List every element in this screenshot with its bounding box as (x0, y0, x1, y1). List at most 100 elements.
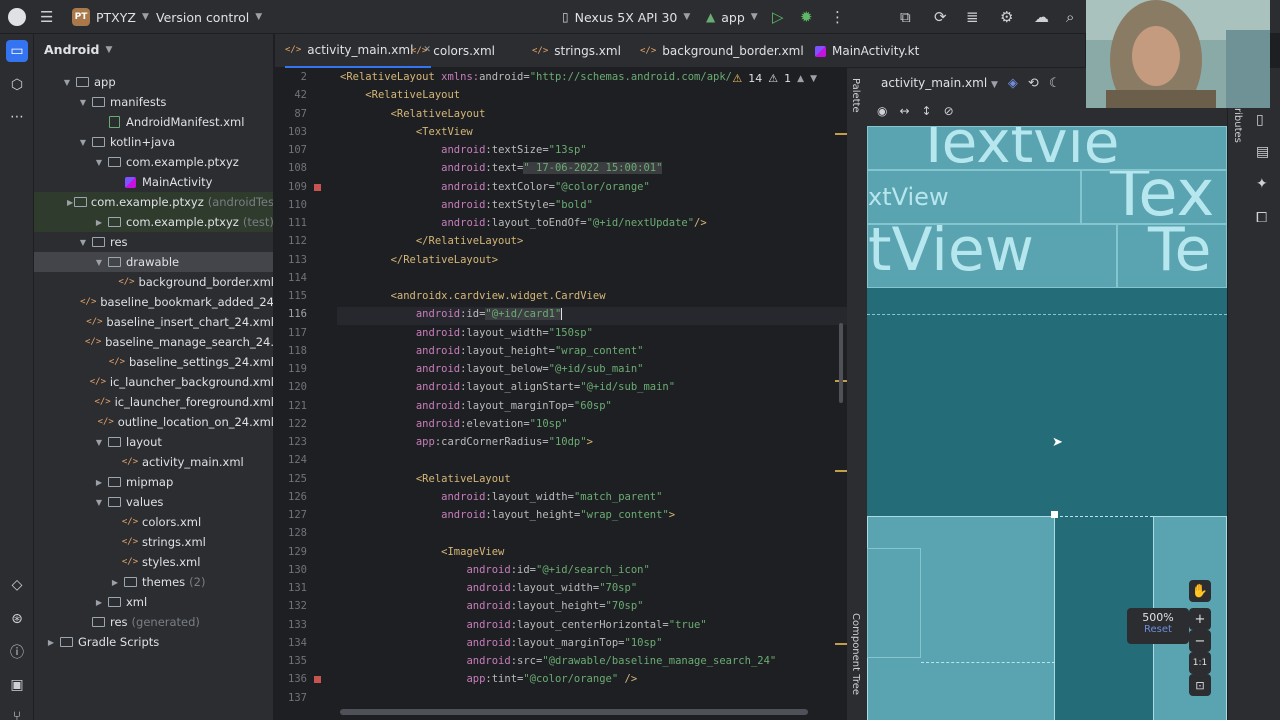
chevron-down-icon[interactable]: ▼ (92, 158, 106, 167)
code-line[interactable]: android:layout_width="70sp" (340, 582, 637, 594)
code-line[interactable]: android:elevation="10sp" (340, 418, 568, 430)
preview-textview[interactable]: tView (867, 224, 1117, 288)
project-folder-icon[interactable]: ▭ (6, 40, 28, 62)
pan-hand-icon[interactable]: ✋ (1189, 580, 1211, 602)
more-actions-button[interactable]: ⋮ (830, 0, 845, 34)
code-line[interactable]: android:layout_height="wrap_content" (340, 345, 644, 357)
chevron-down-icon[interactable]: ▼ (76, 138, 90, 147)
code-line[interactable]: android:layout_height="70sp" (340, 600, 643, 612)
tree-item[interactable]: </> colors.xml (34, 512, 273, 532)
main-menu-icon[interactable]: ☰ (40, 0, 53, 34)
preview-textview[interactable]: Tex (1081, 170, 1227, 224)
tree-item[interactable]: </> activity_main.xml (34, 452, 273, 472)
inspection-widget[interactable]: ⚠ 14 ⚠ 1 ▲ ▼ (732, 72, 817, 85)
tree-item[interactable]: </> baseline_bookmark_added_24 (34, 292, 273, 312)
tree-item[interactable]: res (generated) (34, 612, 273, 632)
tab-background-border-xml[interactable]: </> background_border.xml (640, 34, 804, 68)
run-button[interactable]: ▷ (772, 0, 784, 34)
code-line[interactable]: app:cardCornerRadius="10dp"> (340, 436, 593, 448)
tree-item[interactable]: </> baseline_insert_chart_24.xml (34, 312, 273, 332)
chevron-down-icon[interactable]: ▼ (76, 98, 90, 107)
chevron-right-icon[interactable]: ▶ (92, 598, 106, 607)
code-line[interactable]: </RelativeLayout> (340, 254, 498, 266)
chevron-right-icon[interactable]: ▶ (92, 218, 106, 227)
version-control-menu[interactable]: Version control ▼ (156, 0, 262, 34)
tree-item[interactable]: ▼ kotlin+java (34, 132, 273, 152)
tree-item[interactable]: ▼ layout (34, 432, 273, 452)
palette-tab[interactable]: Palette (850, 78, 861, 113)
tree-item[interactable]: </> baseline_manage_search_24. (34, 332, 273, 352)
code-line[interactable]: android:textSize="13sp" (340, 144, 586, 156)
tree-item[interactable]: AndroidManifest.xml (34, 112, 273, 132)
tree-item[interactable]: </> outline_location_on_24.xml (34, 412, 273, 432)
chevron-down-icon[interactable]: ▼ (60, 78, 74, 87)
tree-item[interactable]: </> strings.xml (34, 532, 273, 552)
tree-item[interactable]: MainActivity (34, 172, 273, 192)
tree-item[interactable]: </> baseline_settings_24.xml (34, 352, 273, 372)
code-line[interactable]: android:layout_centerHorizontal="true" (340, 619, 706, 631)
logcat-button[interactable]: ≣ (966, 0, 979, 34)
chevron-right-icon[interactable]: ▶ (108, 578, 122, 587)
chevron-right-icon[interactable]: ▶ (44, 638, 58, 647)
resource-manager-icon[interactable]: ⬡ (6, 74, 28, 96)
preview-textview[interactable]: Te (1117, 224, 1227, 288)
preview-textview[interactable]: Textvie (867, 126, 1227, 170)
device-mirror-icon[interactable]: ⧠ (1256, 210, 1267, 226)
version-control-icon[interactable]: ⑂ (6, 706, 28, 720)
vertical-scrollbar[interactable] (839, 323, 843, 403)
device-manager-button[interactable]: ⧉ (900, 0, 911, 34)
chevron-right-icon[interactable]: ▶ (66, 198, 74, 207)
tree-item[interactable]: ▼ res (34, 232, 273, 252)
horizontal-arrows-icon[interactable]: ↔ (899, 104, 909, 118)
code-line[interactable]: </RelativeLayout> (340, 235, 523, 247)
tree-item[interactable]: ▶ themes (2) (34, 572, 273, 592)
notifications-icon[interactable]: ▯ (1256, 112, 1264, 128)
tree-item[interactable]: ▼ com.example.ptxyz (34, 152, 273, 172)
tree-item[interactable]: </> background_border.xml (34, 272, 273, 292)
zoom-in-icon[interactable]: + (1189, 608, 1211, 630)
component-tree-tab[interactable]: Component Tree (850, 613, 861, 695)
running-devices-icon[interactable]: ▤ (1256, 144, 1269, 160)
more-tools-icon[interactable]: ⋯ (6, 106, 28, 128)
tree-item[interactable]: ▶ Gradle Scripts (34, 632, 273, 652)
chevron-down-icon[interactable]: ▼ (92, 498, 106, 507)
code-line[interactable]: android:layout_width="match_parent" (340, 491, 662, 503)
terminal-icon[interactable]: ▣ (6, 674, 28, 696)
chevron-down-icon[interactable]: ▼ (76, 238, 90, 247)
gemini-sparkle-icon[interactable]: ✦ (1256, 176, 1268, 192)
zoom-out-icon[interactable]: − (1189, 630, 1211, 652)
night-mode-icon[interactable]: ☾ (1049, 76, 1061, 91)
selection-handle[interactable] (1051, 511, 1058, 518)
zoom-actual-size-button[interactable]: 1:1 (1189, 652, 1211, 674)
code-line[interactable]: android:layout_marginTop="10sp" (340, 637, 662, 649)
profile-button[interactable]: ☁ (1034, 0, 1049, 34)
chevron-up-icon[interactable]: ▲ (797, 74, 804, 84)
run-config-selector[interactable]: ▲ app ▼ (706, 0, 758, 34)
tree-item[interactable]: </> styles.xml (34, 552, 273, 572)
code-line[interactable]: <RelativeLayout (340, 108, 486, 120)
sync-button[interactable]: ⟳ (934, 0, 947, 34)
code-line[interactable]: android:layout_alignStart="@+id/sub_main… (340, 381, 675, 393)
code-line[interactable]: <RelativeLayout (340, 89, 460, 101)
project-selector[interactable]: PT PTXYZ ▼ (72, 0, 149, 34)
clear-constraints-icon[interactable]: ⊘ (944, 104, 954, 118)
code-line[interactable]: android:textColor="@color/orange" (340, 181, 650, 193)
vertical-arrows-icon[interactable]: ↕ (922, 104, 932, 118)
device-selector[interactable]: ▯ Nexus 5X API 30 ▼ (562, 0, 690, 34)
code-line[interactable]: <androidx.cardview.widget.CardView (340, 290, 606, 302)
code-line[interactable]: android:layout_toEndOf="@+id/nextUpdate"… (340, 217, 707, 229)
layout-file-selector[interactable]: activity_main.xml ▼ (881, 76, 998, 90)
tree-item[interactable]: ▼ manifests (34, 92, 273, 112)
project-view-selector[interactable]: Android ▼ (44, 42, 112, 57)
problems-icon[interactable]: ⓘ (6, 641, 28, 663)
code-line[interactable]: <ImageView (340, 546, 504, 558)
code-line[interactable]: android:layout_height="wrap_content"> (340, 509, 675, 521)
tree-item[interactable]: ▼ drawable (34, 252, 273, 272)
code-line[interactable]: android:layout_width="150sp" (340, 327, 593, 339)
tree-item[interactable]: ▼ app (34, 72, 273, 92)
settings-button[interactable]: ⚙ (1000, 0, 1013, 34)
breakpoint-marker-icon[interactable] (314, 183, 321, 191)
android-studio-logo-icon[interactable] (8, 0, 26, 34)
tab-mainactivity-kt[interactable]: MainActivity.kt (815, 34, 919, 68)
code-line[interactable]: android:layout_below="@+id/sub_main" (340, 363, 644, 375)
